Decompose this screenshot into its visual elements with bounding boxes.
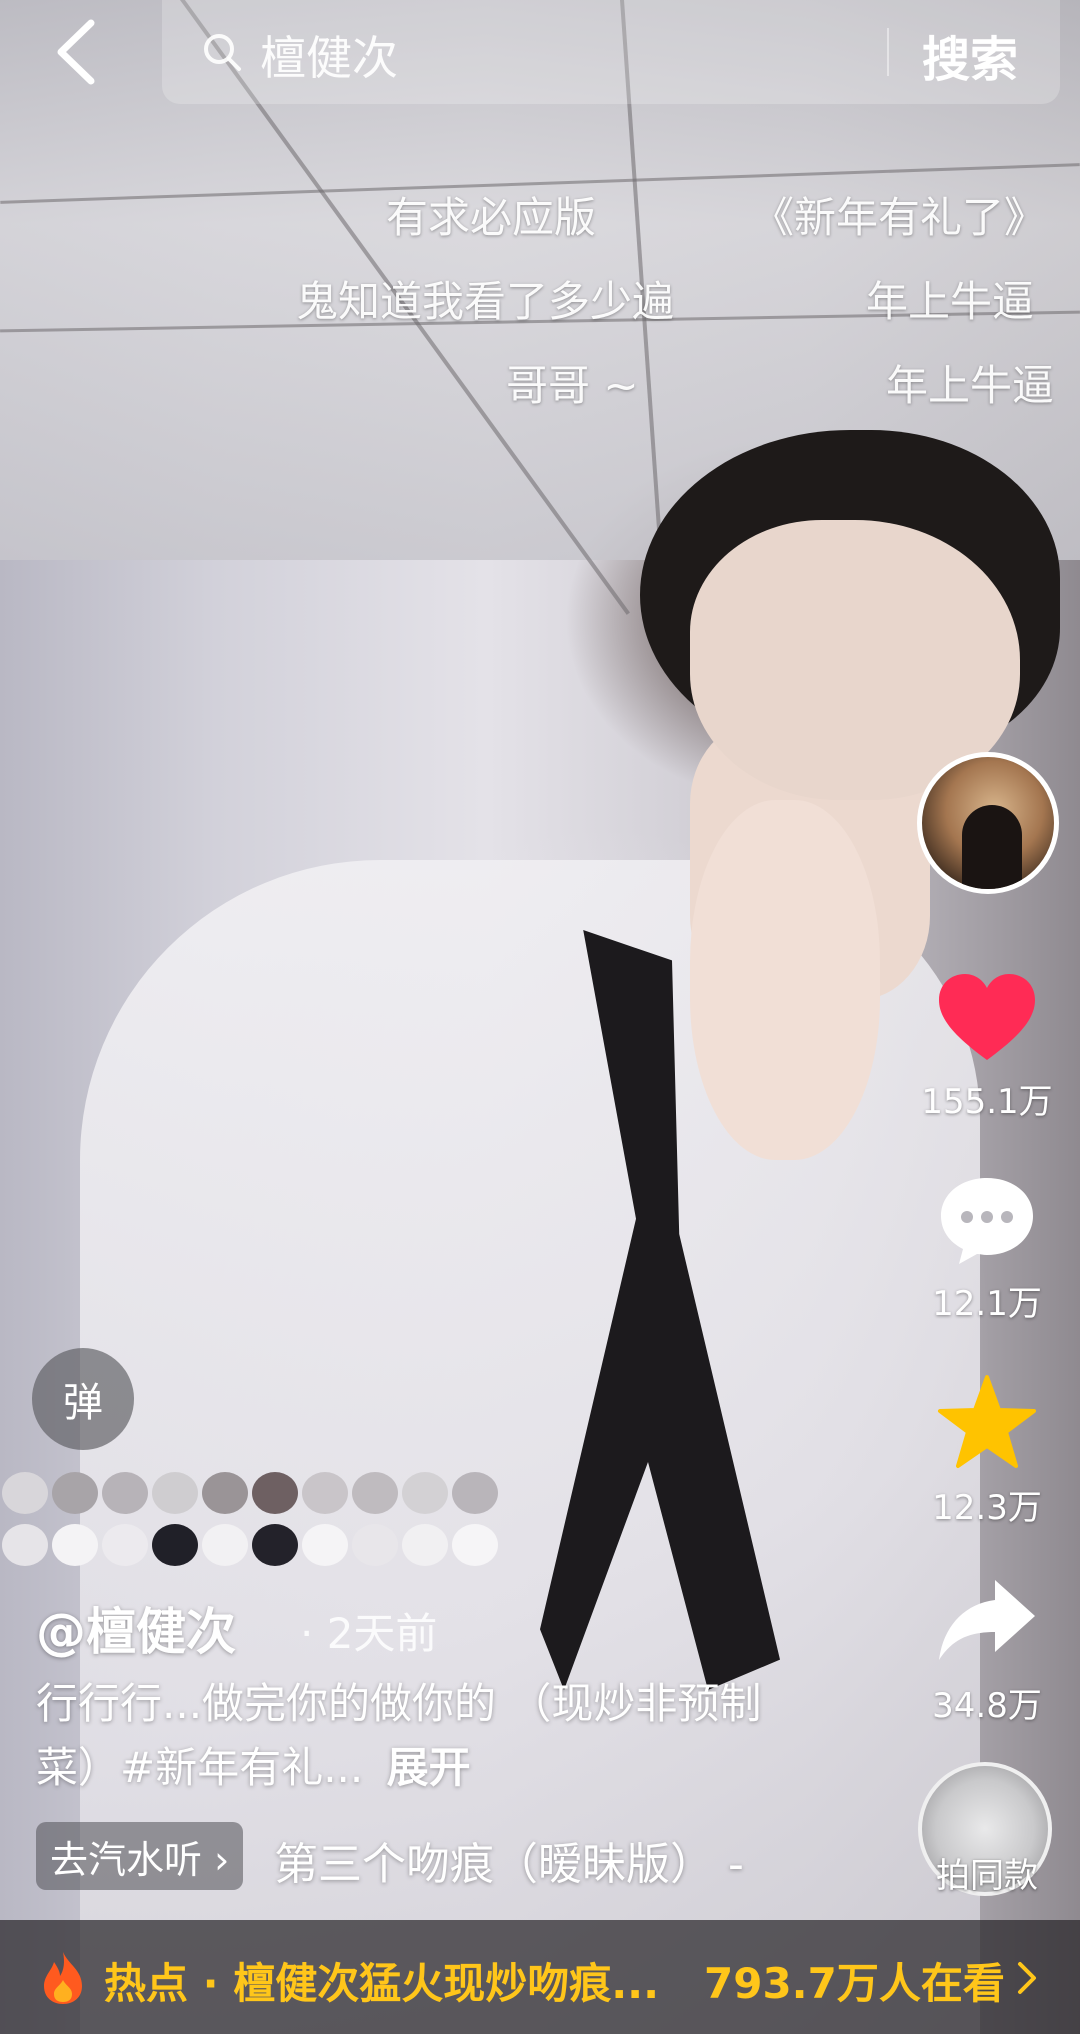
post-caption[interactable]: 行行行...做完你的做你的 （现炒非预制菜）#新年有礼... 展开 (36, 1672, 796, 1800)
like-button[interactable]: 155.1万 (902, 972, 1072, 1123)
like-count: 155.1万 (921, 1082, 1053, 1122)
hotspot-bar[interactable]: 热点 · 檀健次猛火现炒吻痕... 793.7万人在看 (0, 1920, 1080, 2034)
author-avatar[interactable] (917, 752, 1059, 894)
comment-count: 12.1万 (932, 1284, 1042, 1324)
share-button[interactable]: 34.8万 (902, 1576, 1072, 1727)
same-style-label[interactable]: 拍同款 (902, 1848, 1072, 1897)
author-name[interactable]: @檀健次 (36, 1592, 236, 1664)
music-app-tag[interactable]: 去汽水听 › (36, 1822, 244, 1890)
back-button[interactable] (40, 12, 110, 92)
share-count: 34.8万 (932, 1686, 1042, 1726)
video-figure-hand (690, 800, 880, 1160)
search-input[interactable]: 檀健次 (260, 22, 398, 88)
comment-icon (941, 1178, 1033, 1264)
share-arrow-icon (939, 1580, 1035, 1660)
favorite-button[interactable]: 12.3万 (902, 1374, 1072, 1529)
chevron-left-icon (57, 19, 95, 85)
hotspot-viewers: 793.7万人在看 (704, 1959, 1005, 2008)
hotspot-label: 热点 · 檀健次猛火现炒吻痕... (104, 1959, 660, 2008)
heart-icon (939, 974, 1035, 1060)
chevron-right-icon (1018, 1962, 1036, 1994)
search-divider (887, 28, 889, 76)
danmaku-comment: 《新年有礼了》 (752, 193, 1047, 242)
favorite-count: 12.3万 (932, 1488, 1042, 1528)
expand-button[interactable]: 展开 (387, 1743, 471, 1792)
avatar-figure (962, 805, 1022, 889)
danmaku-comment: 有求必应版 (386, 193, 597, 242)
search-icon (204, 34, 241, 71)
mosaic-blur (0, 1470, 500, 1580)
danmaku-comment: 哥哥 ~ (506, 361, 639, 410)
search-bar[interactable]: 檀健次 搜索 (162, 0, 1060, 104)
danmaku-toggle-button[interactable]: 弹 (32, 1348, 134, 1450)
music-title[interactable]: 第三个吻痕（暧昧版） - (274, 1828, 744, 1892)
top-bar: 檀健次 搜索 (0, 0, 1080, 110)
search-button[interactable]: 搜索 (922, 20, 1018, 90)
danmaku-comment: 鬼知道我看了多少遍 (296, 277, 675, 326)
danmaku-comment: 年上牛逼 (866, 277, 1035, 326)
danmaku-toggle-label: 弹 (63, 1380, 103, 1426)
star-icon (938, 1375, 1036, 1468)
danmaku-comment: 年上牛逼 (886, 361, 1055, 410)
post-time: · 2天前 (300, 1609, 438, 1658)
comment-button[interactable]: 12.1万 (902, 1174, 1072, 1325)
fire-icon (44, 1952, 82, 2004)
